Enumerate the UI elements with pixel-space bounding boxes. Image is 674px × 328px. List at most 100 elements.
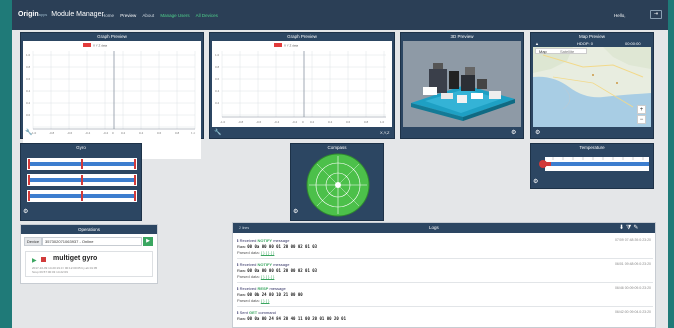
- brand[interactable]: Originapps Module Manager: [18, 11, 104, 18]
- parsed-data[interactable]: { } { } { }: [261, 274, 275, 279]
- settings-icon[interactable]: ⚙: [293, 208, 298, 215]
- log-raw: Raw: 00 0b 24 80 10 21 00 00: [237, 292, 303, 297]
- log-entry: ℹ Received NOTIFY message Raw: 00 0a 00 …: [237, 237, 653, 259]
- command-name: multiget gyro: [53, 255, 98, 262]
- svg-text:-0.8: -0.8: [49, 131, 55, 135]
- log-entry: ℹ Received RESP message Raw: 00 0b 24 80…: [237, 285, 653, 307]
- svg-text:0: 0: [112, 131, 114, 135]
- svg-text:0.4: 0.4: [139, 131, 144, 135]
- log-timestamp: 06/42:00 09:04.0:23:20: [614, 310, 651, 314]
- log-keyword: RESP: [257, 286, 269, 291]
- map-svg: [533, 47, 651, 127]
- svg-text:1.0: 1.0: [215, 53, 220, 57]
- nav-all-devices[interactable]: All Devices: [196, 13, 218, 18]
- raw-bytes: 00 0a 00 00 01 20 00 02 01 03: [247, 268, 318, 273]
- log-prefix: Received: [239, 238, 258, 243]
- logout-button[interactable]: ⇥: [650, 10, 662, 19]
- logout-icon: ⇥: [653, 11, 659, 17]
- parsed-label: Parsed data:: [237, 298, 260, 303]
- wrench-icon[interactable]: 🔧: [25, 129, 32, 136]
- svg-text:-0.4: -0.4: [85, 131, 91, 135]
- settings-icon[interactable]: ⚙: [511, 129, 516, 136]
- run-button[interactable]: ▶: [143, 237, 153, 246]
- map-canvas[interactable]: Map Satellite + −: [533, 47, 651, 127]
- raw-bytes: 00 0b 24 80 10 21 00 00: [247, 292, 303, 297]
- legend-label: X Y Z data: [93, 44, 107, 48]
- settings-icon[interactable]: ⚙: [535, 129, 540, 136]
- nav-preview[interactable]: Preview: [120, 13, 136, 18]
- device-select[interactable]: 357302071063937 - Online: [42, 237, 142, 246]
- zoom-in-button[interactable]: +: [637, 105, 646, 114]
- compass-title: Compass: [327, 145, 347, 150]
- legend-swatch: [83, 43, 91, 47]
- nav-links: Home Preview About Manage Users All Devi…: [102, 13, 223, 18]
- svg-text:0.4: 0.4: [26, 89, 31, 93]
- log-timestamp: 07/09 07:48:39.0:23:20: [614, 238, 651, 242]
- log-parsed: Parsed data: { } { }: [237, 298, 270, 303]
- svg-text:0.4: 0.4: [328, 120, 333, 124]
- svg-text:0.2: 0.2: [310, 120, 315, 124]
- play-icon[interactable]: ▶: [32, 257, 37, 264]
- compass-dial: [306, 153, 370, 217]
- graph-preview-panel-2: Graph Preview X Y Z data 1.0 0.8 0.6 0.4 0.2…: [209, 32, 395, 139]
- svg-text:0.4: 0.4: [215, 89, 220, 93]
- settings-icon[interactable]: ⚙: [23, 208, 28, 215]
- parsed-data[interactable]: { } { }: [261, 298, 270, 303]
- logs-filter-label[interactable]: 2 lines: [239, 226, 249, 230]
- compass-panel: Compass ⚙: [290, 143, 384, 221]
- graph-preview-title-2: Graph Preview: [287, 34, 317, 39]
- download-icon[interactable]: ⬇: [619, 225, 626, 231]
- log-entry-header: ℹ Received NOTIFY message: [237, 262, 289, 267]
- settings-icon[interactable]: ⚙: [533, 178, 538, 185]
- map-preview-panel: Map Preview ▲ HDOP: 0 00:00:00 Map Satel…: [530, 32, 654, 139]
- log-suffix: message: [272, 262, 290, 267]
- zoom-out-button[interactable]: −: [637, 115, 646, 124]
- log-keyword: GET: [248, 310, 258, 315]
- svg-text:0.6: 0.6: [346, 120, 351, 124]
- map-tab-map[interactable]: Map: [539, 49, 547, 54]
- log-entry: ℹ Sent GET command Raw: 00 0a 00 24 84 2…: [237, 309, 653, 327]
- graph-preview-panel-1: Graph Preview X Y Z data 1.0 0.8 0.6 0.4 0.2…: [20, 32, 204, 159]
- device-label: Device: [24, 237, 42, 246]
- raw-bytes: 00 0a 00 24 84 20 40 11 00 20 01 00 20 0…: [247, 316, 346, 321]
- stop-icon[interactable]: [41, 257, 46, 262]
- logs-header: 2 lines Logs ⬇⧩✎: [233, 223, 655, 233]
- gyro-title: Gyro: [76, 145, 86, 150]
- wrench-icon[interactable]: 🔧: [214, 129, 221, 136]
- svg-text:1.0: 1.0: [380, 120, 385, 124]
- logs-panel: 2 lines Logs ⬇⧩✎ ℹ Received NOTIFY messa…: [232, 222, 656, 328]
- log-parsed: Parsed data: { } { } { }: [237, 274, 274, 279]
- svg-text:0.6: 0.6: [157, 131, 162, 135]
- map-time: 00:00:00: [625, 41, 641, 46]
- log-parsed: Parsed data: { } { } { }: [237, 250, 274, 255]
- log-prefix: Received: [239, 286, 258, 291]
- svg-text:-0.4: -0.4: [274, 120, 280, 124]
- svg-text:-0.2: -0.2: [292, 120, 298, 124]
- svg-text:0.8: 0.8: [364, 120, 369, 124]
- 3d-preview-title: 3D Preview: [450, 34, 474, 39]
- temperature-panel: Temperature ⚙: [530, 143, 654, 189]
- command-meta-line2: Ssvp 09:57:00:03 14:22:09: [32, 270, 68, 274]
- 3d-canvas[interactable]: [403, 41, 521, 127]
- svg-text:0.8: 0.8: [26, 65, 31, 69]
- map-pin-icon: ▲: [535, 41, 539, 46]
- gyro-bars: [27, 158, 137, 202]
- nav-about[interactable]: About: [142, 13, 154, 18]
- nav-manage-users[interactable]: Manage Users: [160, 13, 189, 18]
- log-entry-header: ℹ Received RESP message: [237, 286, 286, 291]
- command-meta: 2017-10-09 14:20:19.0 / 00:12:00:05 by a…: [32, 266, 97, 274]
- axis-label-1: X,Y,Z: [189, 130, 199, 135]
- logs-title: Logs: [429, 225, 439, 230]
- parsed-label: Parsed data:: [237, 250, 260, 255]
- nav-home[interactable]: Home: [102, 13, 114, 18]
- parsed-data[interactable]: { } { } { }: [261, 250, 275, 255]
- gyro-panel: Gyro ⚙: [20, 143, 142, 221]
- log-raw: Raw: 00 0a 00 00 01 20 00 02 01 03: [237, 268, 317, 273]
- command-card: ▶ multiget gyro 2017-10-09 14:20:19.0 / …: [25, 251, 153, 277]
- app-title: Module Manager: [51, 11, 104, 18]
- clear-icon[interactable]: ✎: [633, 225, 640, 231]
- graph-svg-1: X Y Z data 1.00.80.60.40.20.0 -1.0 -0.8 -0…: [26, 43, 196, 135]
- raw-label: Raw:: [237, 244, 247, 249]
- map-tab-satellite[interactable]: Satellite: [560, 49, 574, 54]
- map-type-control: Map Satellite: [535, 48, 587, 54]
